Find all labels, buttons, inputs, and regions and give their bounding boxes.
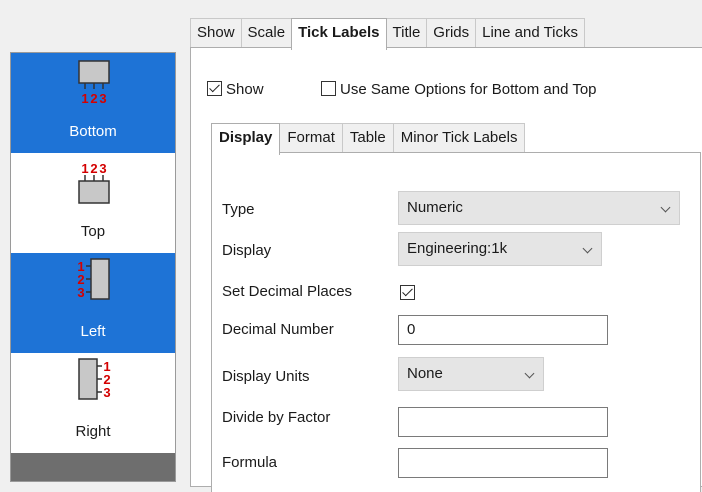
axis-digit: 2 [90, 91, 97, 106]
axis-label-right: Right [75, 423, 111, 440]
axis-digit: 3 [77, 285, 84, 300]
axis-digit: 1 [81, 91, 88, 106]
right-axis-icon: 1 2 3 [78, 358, 111, 400]
display-panel: Type Numeric Display Engineering:1k Set … [211, 152, 701, 492]
tick-labels-panel: Show Use Same Options for Bottom and Top… [190, 47, 702, 492]
type-label: Type [222, 201, 255, 218]
set-decimal-label: Set Decimal Places [222, 283, 353, 300]
axis-digit: 2 [90, 161, 97, 176]
axis-item-bottom[interactable]: 1 2 3 Bottom [11, 53, 175, 153]
axis-item-right[interactable]: 1 2 3 Right [11, 353, 175, 453]
axis-digit: 1 [81, 161, 88, 176]
display-units-value: None [407, 365, 443, 382]
tab-format[interactable]: Format [279, 123, 343, 153]
show-checkbox-row[interactable]: Show [207, 80, 264, 100]
divide-factor-label: Divide by Factor [222, 409, 331, 426]
tab-display[interactable]: Display [211, 123, 281, 155]
tab-title[interactable]: Title [385, 18, 428, 48]
axis-label-bottom: Bottom [69, 123, 117, 140]
axis-label-top: Top [80, 223, 106, 240]
bottom-axis-icon: 1 2 3 [78, 60, 110, 106]
chevron-down-icon [524, 368, 535, 379]
tab-minor-tick-labels[interactable]: Minor Tick Labels [392, 123, 526, 153]
same-options-checkbox-row[interactable]: Use Same Options for Bottom and Top [321, 80, 597, 100]
axis-list-scroll-area [11, 453, 175, 481]
display-units-dropdown[interactable]: None [398, 357, 544, 391]
axis-digit: 3 [99, 91, 106, 106]
type-dropdown[interactable]: Numeric [398, 191, 680, 225]
tab-scale[interactable]: Scale [240, 18, 293, 48]
display-label: Display [222, 242, 272, 259]
axis-selector-list: 1 2 3 Bottom 1 2 3 Top 1 2 3 Left 1 2 3 … [10, 52, 176, 482]
decimal-number-field[interactable]: 0 [398, 315, 608, 345]
show-checkbox[interactable] [207, 81, 222, 96]
axis-digit: 3 [99, 161, 106, 176]
sub-tab-bar: Display Format Table Minor Tick Labels [211, 123, 526, 155]
chevron-down-icon [582, 243, 593, 254]
tab-line-and-ticks[interactable]: Line and Ticks [475, 18, 586, 48]
display-units-label: Display Units [222, 368, 310, 385]
same-options-checkbox[interactable] [321, 81, 336, 96]
tab-show[interactable]: Show [190, 18, 242, 48]
display-value: Engineering:1k [407, 240, 508, 257]
set-decimal-checkbox[interactable] [400, 285, 415, 300]
top-axis-icon: 1 2 3 [78, 161, 110, 204]
axis-label-left: Left [80, 323, 106, 340]
axis-digit: 3 [103, 385, 110, 400]
same-options-label: Use Same Options for Bottom and Top [340, 81, 597, 98]
tab-table[interactable]: Table [341, 123, 394, 153]
chevron-down-icon [660, 202, 671, 213]
display-dropdown[interactable]: Engineering:1k [398, 232, 602, 266]
formula-field[interactable] [398, 448, 608, 478]
tab-grids[interactable]: Grids [426, 18, 477, 48]
show-checkbox-label: Show [226, 81, 264, 98]
left-axis-icon: 1 2 3 [77, 258, 110, 300]
axis-item-top[interactable]: 1 2 3 Top [11, 153, 175, 253]
formula-label: Formula [222, 454, 278, 471]
decimal-number-label: Decimal Number [222, 321, 334, 338]
main-tab-bar: Show Scale Tick Labels Title Grids Line and T… [190, 18, 586, 50]
axis-item-left[interactable]: 1 2 3 Left [11, 253, 175, 353]
divide-factor-field[interactable] [398, 407, 608, 437]
type-value: Numeric [407, 199, 463, 216]
tab-tick-labels[interactable]: Tick Labels [291, 18, 387, 50]
